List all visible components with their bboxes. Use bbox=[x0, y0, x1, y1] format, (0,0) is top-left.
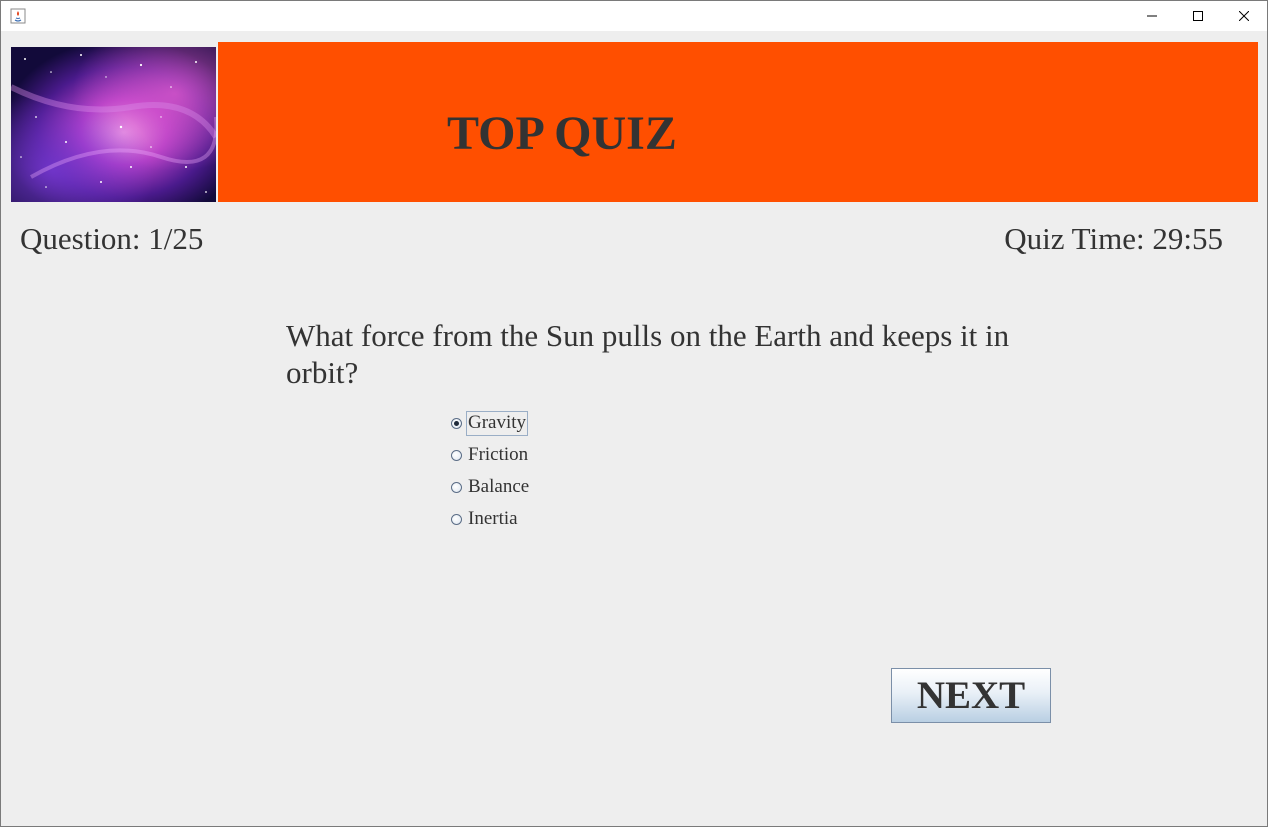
app-window: TOP QUIZ Question: 1/25 Quiz Time: 29:55… bbox=[0, 0, 1268, 827]
radio-button[interactable] bbox=[451, 481, 462, 493]
radio-button[interactable] bbox=[451, 513, 462, 525]
next-button[interactable]: NEXT bbox=[891, 668, 1051, 723]
banner-header: TOP QUIZ bbox=[218, 42, 1258, 202]
option-gravity[interactable]: Gravity bbox=[451, 407, 531, 439]
option-balance[interactable]: Balance bbox=[451, 471, 531, 503]
java-app-icon[interactable] bbox=[10, 8, 26, 24]
question-text: What force from the Sun pulls on the Ear… bbox=[286, 318, 1010, 390]
minimize-icon bbox=[1147, 15, 1157, 17]
option-friction[interactable]: Friction bbox=[451, 439, 531, 471]
quiz-timer: Quiz Time: 29:55 bbox=[1004, 221, 1223, 256]
question-counter: Question: 1/25 bbox=[20, 221, 204, 256]
app-title: TOP QUIZ bbox=[447, 107, 677, 160]
close-icon bbox=[1239, 11, 1249, 21]
maximize-icon bbox=[1193, 11, 1203, 21]
title-bar bbox=[1, 1, 1267, 31]
radio-button-checked[interactable] bbox=[451, 417, 462, 429]
option-inertia[interactable]: Inertia bbox=[451, 503, 531, 535]
answer-options: Gravity Friction Balance Inertia bbox=[451, 407, 531, 535]
close-button[interactable] bbox=[1221, 1, 1267, 31]
option-label[interactable]: Inertia bbox=[466, 507, 520, 532]
radio-button[interactable] bbox=[451, 449, 462, 461]
minimize-button[interactable] bbox=[1129, 1, 1175, 31]
option-label[interactable]: Friction bbox=[466, 443, 530, 468]
option-label[interactable]: Balance bbox=[466, 475, 531, 500]
option-label[interactable]: Gravity bbox=[466, 410, 529, 436]
galaxy-nebula-image bbox=[11, 47, 216, 202]
maximize-button[interactable] bbox=[1175, 1, 1221, 31]
